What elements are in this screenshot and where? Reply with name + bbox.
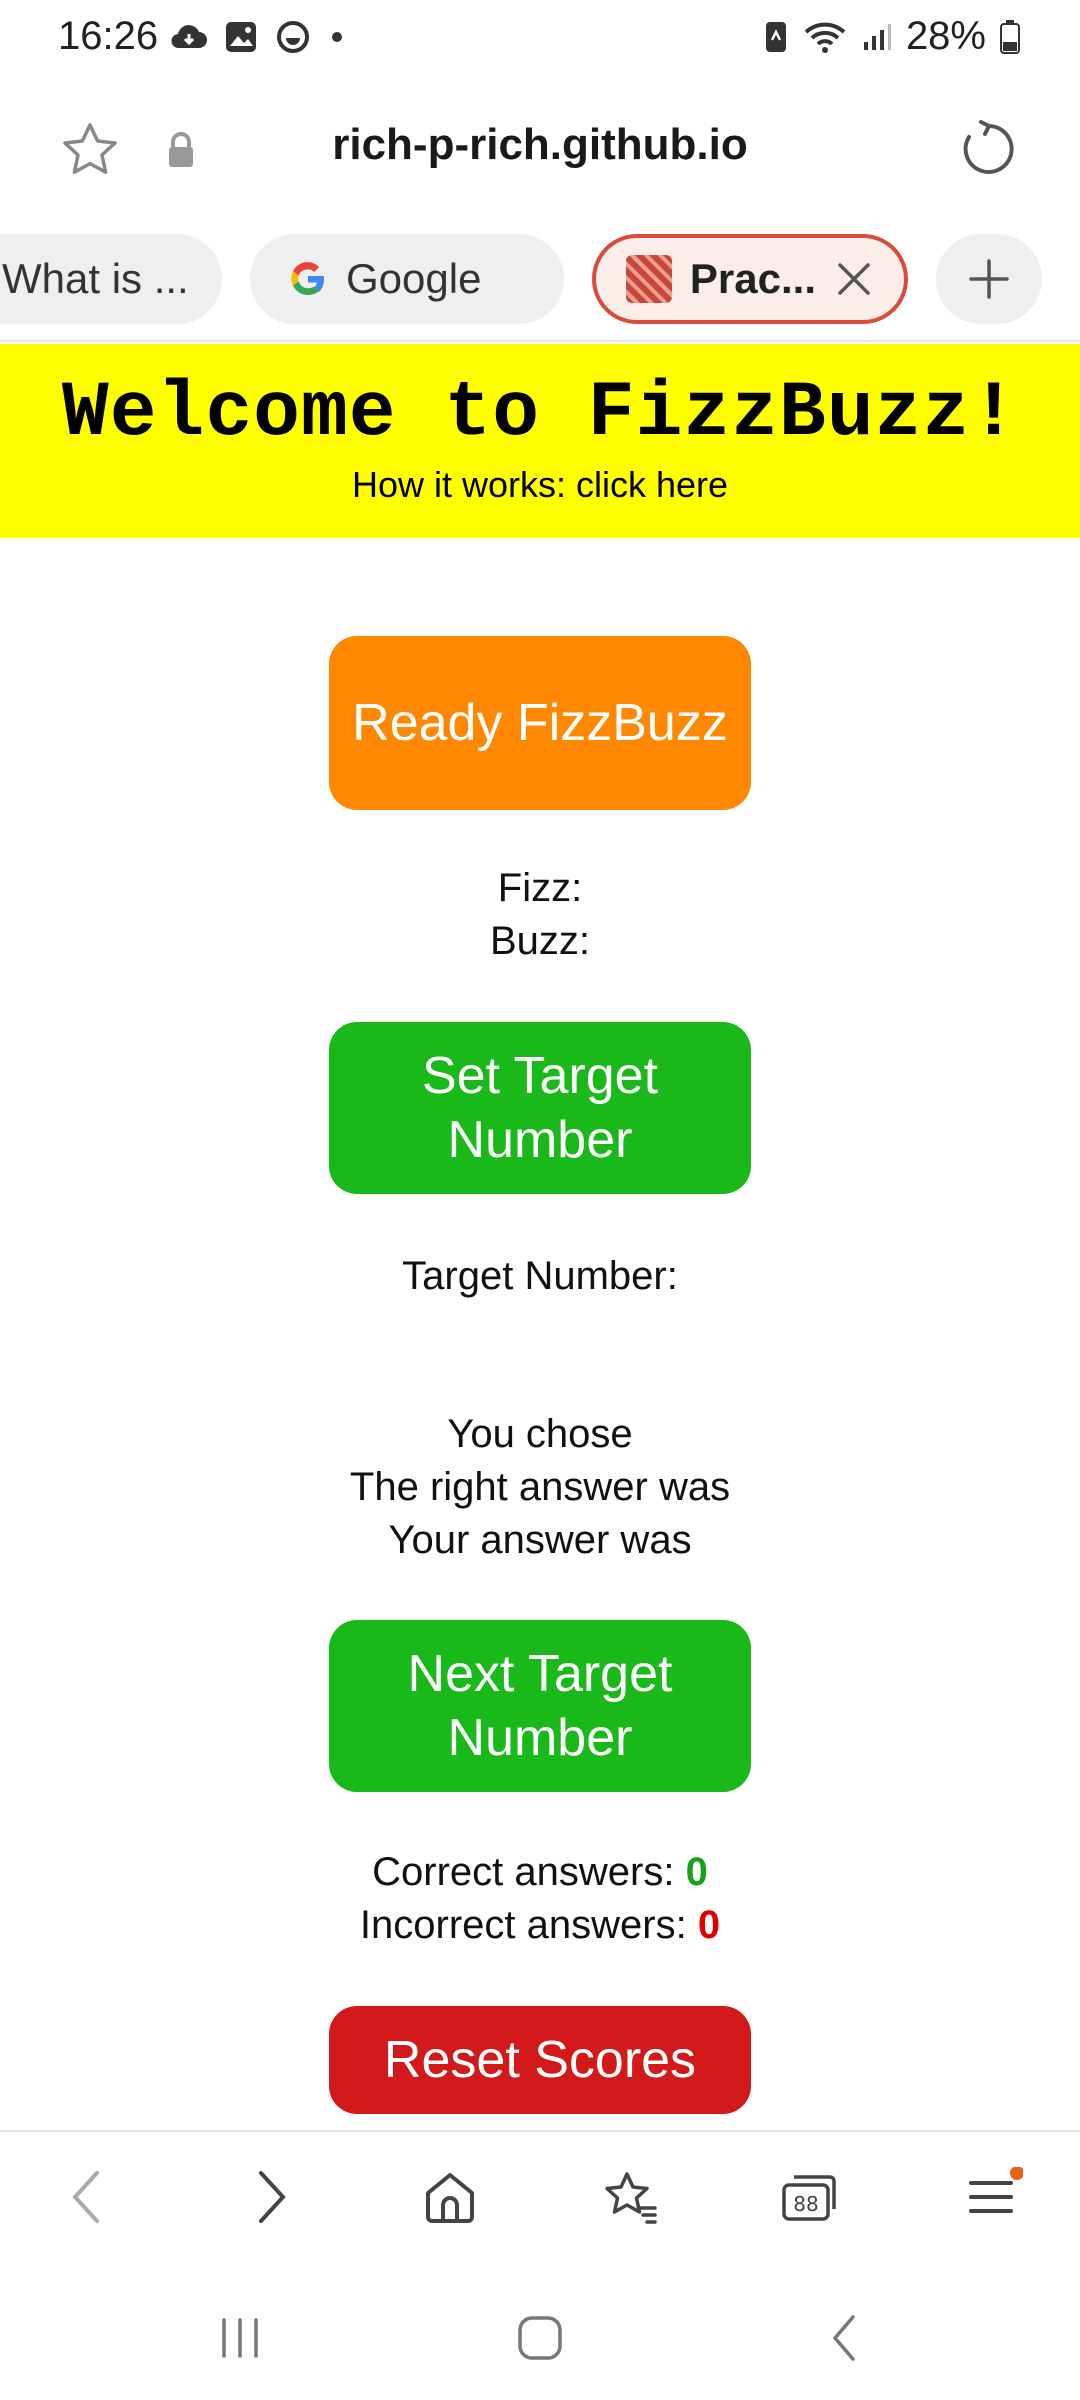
tab-practice-active[interactable]: Prac... — [592, 234, 908, 324]
tab-what-is[interactable]: What is ... — [0, 234, 222, 324]
how-it-works-link[interactable]: How it works: click here — [0, 464, 1080, 506]
header-divider — [0, 340, 1080, 342]
menu-button[interactable] — [958, 2162, 1028, 2232]
battery-icon — [1000, 19, 1020, 54]
ready-fizzbuzz-button[interactable]: Ready FizzBuzz — [329, 636, 751, 810]
system-back-button[interactable] — [815, 2308, 875, 2368]
tab-label: What is ... — [2, 255, 189, 302]
wifi-icon — [802, 20, 848, 54]
your-answer-text: Your answer was — [388, 1518, 692, 1562]
system-nav-bar — [0, 2268, 1080, 2400]
dot-icon — [332, 32, 342, 42]
tab-strip: What is ... Google Prac... — [0, 234, 1080, 326]
site-favicon-icon — [626, 255, 672, 303]
signal-icon — [862, 22, 892, 52]
home-icon — [426, 2173, 474, 2223]
tab-label: Prac... — [689, 255, 816, 302]
status-time: 16:26 — [58, 14, 159, 58]
incorrect-answers-row: Incorrect answers: 0 — [0, 1899, 1080, 1952]
svg-text:88: 88 — [793, 2192, 818, 2216]
back-button[interactable] — [52, 2162, 122, 2232]
chevron-right-icon — [259, 2171, 286, 2223]
you-chose-text: You chose — [447, 1412, 633, 1456]
incorrect-count: 0 — [697, 1903, 721, 1947]
gallery-icon — [222, 18, 260, 56]
chevron-left-icon — [72, 2171, 99, 2223]
correct-answers-row: Correct answers: 0 — [0, 1846, 1080, 1899]
new-tab-button[interactable] — [936, 234, 1042, 324]
cloud-icon — [170, 18, 208, 56]
correct-label: Correct answers: — [372, 1850, 686, 1894]
bookmarks-button[interactable] — [595, 2162, 665, 2232]
back-arrow-icon — [832, 2315, 855, 2361]
incorrect-label: Incorrect answers: — [359, 1903, 698, 1947]
home-button[interactable] — [415, 2162, 485, 2232]
star-list-icon — [605, 2172, 657, 2224]
home-nav-button[interactable] — [510, 2308, 570, 2368]
plus-icon — [969, 259, 1009, 299]
forward-button[interactable] — [236, 2162, 306, 2232]
tabs-button[interactable]: 88 — [775, 2162, 845, 2232]
tab-label: Google — [346, 255, 482, 302]
reset-scores-button[interactable]: Reset Scores — [329, 2006, 751, 2114]
reload-button[interactable] — [958, 118, 1020, 180]
buzz-label: Buzz: — [489, 919, 591, 963]
nfc-icon — [764, 20, 788, 54]
recent-apps-icon — [222, 2318, 258, 2358]
browser-toolbar: 88 — [0, 2132, 1080, 2268]
close-icon — [838, 263, 870, 295]
set-target-button[interactable]: Set Target Number — [329, 1022, 751, 1194]
target-number-label: Target Number: — [402, 1254, 678, 1298]
status-bar: 16:26 28% — [0, 0, 1080, 80]
welcome-banner: Welcome to FizzBuzz! How it works: click… — [0, 344, 1080, 538]
recent-apps-button[interactable] — [210, 2308, 270, 2368]
hamburger-menu-icon — [969, 2167, 1023, 2213]
smiley-icon — [274, 18, 312, 56]
google-icon — [288, 259, 328, 299]
next-target-button[interactable]: Next Target Number — [329, 1620, 751, 1792]
fizz-label: Fizz: — [497, 866, 583, 910]
right-answer-text: The right answer was — [349, 1465, 731, 1509]
page-title: Welcome to FizzBuzz! — [61, 370, 1019, 458]
reload-icon — [963, 120, 1014, 174]
correct-count: 0 — [685, 1850, 708, 1894]
close-tab-button[interactable] — [834, 259, 874, 299]
address-bar: rich-p-rich.github.io — [0, 98, 1080, 200]
battery-percent: 28% — [905, 14, 986, 58]
tabs-icon: 88 — [782, 2175, 836, 2221]
home-square-icon — [518, 2316, 562, 2360]
tab-google[interactable]: Google — [250, 234, 564, 324]
url-text[interactable]: rich-p-rich.github.io — [0, 120, 1080, 170]
